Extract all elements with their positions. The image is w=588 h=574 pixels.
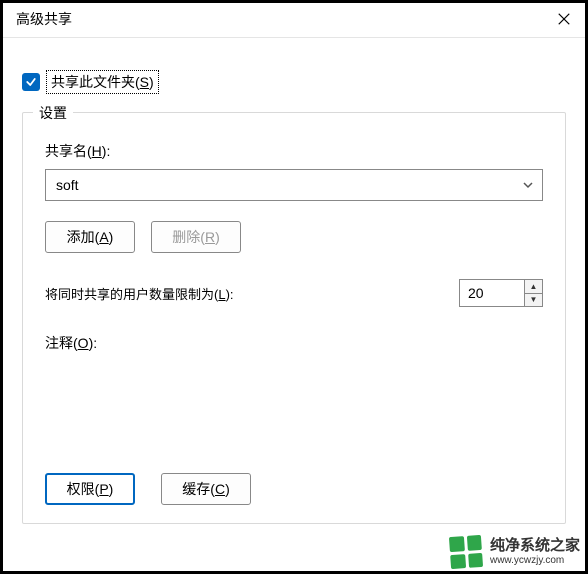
window-title: 高级共享 — [16, 9, 72, 29]
settings-group: 设置 共享名(H): 添加(A) 删除(R) 将同时共享的用户数量限制为(L):… — [22, 112, 566, 524]
spinner-down-icon[interactable]: ▼ — [525, 293, 542, 307]
cache-button[interactable]: 缓存(C) — [161, 473, 251, 505]
settings-legend: 设置 — [33, 103, 73, 123]
share-name-buttons: 添加(A) 删除(R) — [45, 221, 543, 253]
share-folder-row: 共享此文件夹(S) — [22, 70, 566, 94]
add-button[interactable]: 添加(A) — [45, 221, 135, 253]
content: 共享此文件夹(S) 设置 共享名(H): 添加(A) 删除(R) 将同时共享的用… — [0, 38, 588, 524]
spinner-up-icon[interactable]: ▲ — [525, 280, 542, 293]
watermark-url: www.ycwzjy.com — [490, 555, 580, 566]
titlebar: 高级共享 — [0, 0, 588, 38]
user-limit-label: 将同时共享的用户数量限制为(L): — [45, 284, 234, 303]
share-folder-checkbox[interactable] — [22, 73, 40, 91]
spinner-buttons: ▲ ▼ — [524, 280, 542, 306]
remove-button: 删除(R) — [151, 221, 241, 253]
watermark: 纯净系统之家 www.ycwzjy.com — [442, 532, 588, 572]
close-icon[interactable] — [552, 7, 576, 31]
comment-label: 注释(O): — [45, 333, 543, 353]
bottom-buttons: 权限(P) 缓存(C) — [45, 473, 543, 505]
user-limit-row: 将同时共享的用户数量限制为(L): ▲ ▼ — [45, 279, 543, 307]
chevron-down-icon[interactable] — [514, 170, 542, 200]
share-folder-label[interactable]: 共享此文件夹(S) — [46, 70, 159, 94]
share-name-combo[interactable] — [45, 169, 543, 201]
share-name-input[interactable] — [46, 177, 514, 193]
share-name-label: 共享名(H): — [45, 141, 543, 161]
user-limit-spinner[interactable]: ▲ ▼ — [459, 279, 543, 307]
watermark-logo-icon — [449, 535, 483, 569]
permissions-button[interactable]: 权限(P) — [45, 473, 135, 505]
watermark-cn: 纯净系统之家 — [490, 538, 580, 555]
watermark-text: 纯净系统之家 www.ycwzjy.com — [490, 538, 580, 566]
user-limit-input[interactable] — [460, 280, 524, 306]
